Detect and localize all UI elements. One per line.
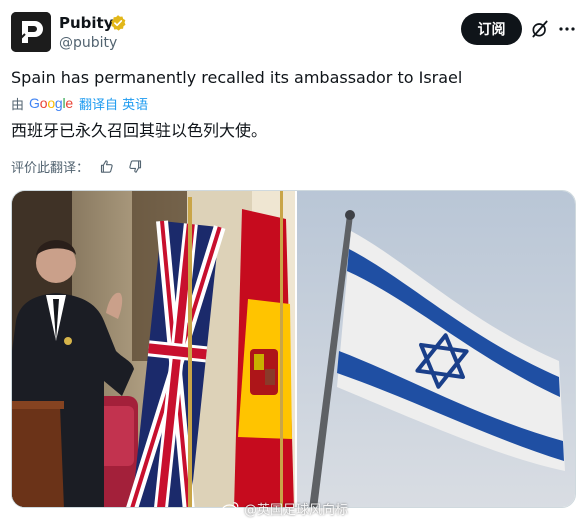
grok-icon[interactable] xyxy=(530,19,550,39)
thumbs-down-icon[interactable] xyxy=(128,159,143,174)
translated-by-label: 由 xyxy=(11,97,25,113)
photo-israel-flag[interactable] xyxy=(297,191,575,507)
google-logo: Google xyxy=(29,95,74,111)
pubity-logo-icon xyxy=(11,12,51,52)
translation-attribution: 由 Google 翻译自 英语 xyxy=(11,94,148,113)
thumbs-up-icon[interactable] xyxy=(99,159,114,174)
translated-text: 西班牙已永久召回其驻以色列大使。 xyxy=(11,121,268,140)
author-name[interactable]: Pubity xyxy=(59,13,114,33)
rate-translation: 评价此翻译： xyxy=(11,157,143,176)
rate-translation-label: 评价此翻译： xyxy=(11,160,90,176)
photo-speaker-with-flags[interactable] xyxy=(12,191,295,507)
translated-from-link[interactable]: 翻译自 英语 xyxy=(79,94,148,113)
tweet-text: Spain has permanently recalled its ambas… xyxy=(11,68,463,87)
verified-badge-icon xyxy=(111,15,126,31)
author-handle[interactable]: @pubity xyxy=(59,34,117,52)
weibo-watermark: @英国足球风向标 xyxy=(222,498,348,518)
media-grid xyxy=(11,190,576,508)
more-icon[interactable] xyxy=(558,22,576,36)
watermark-text: @英国足球风向标 xyxy=(244,502,349,518)
avatar[interactable] xyxy=(11,12,51,52)
subscribe-button[interactable]: 订阅 xyxy=(461,13,522,45)
weibo-icon xyxy=(222,502,239,515)
